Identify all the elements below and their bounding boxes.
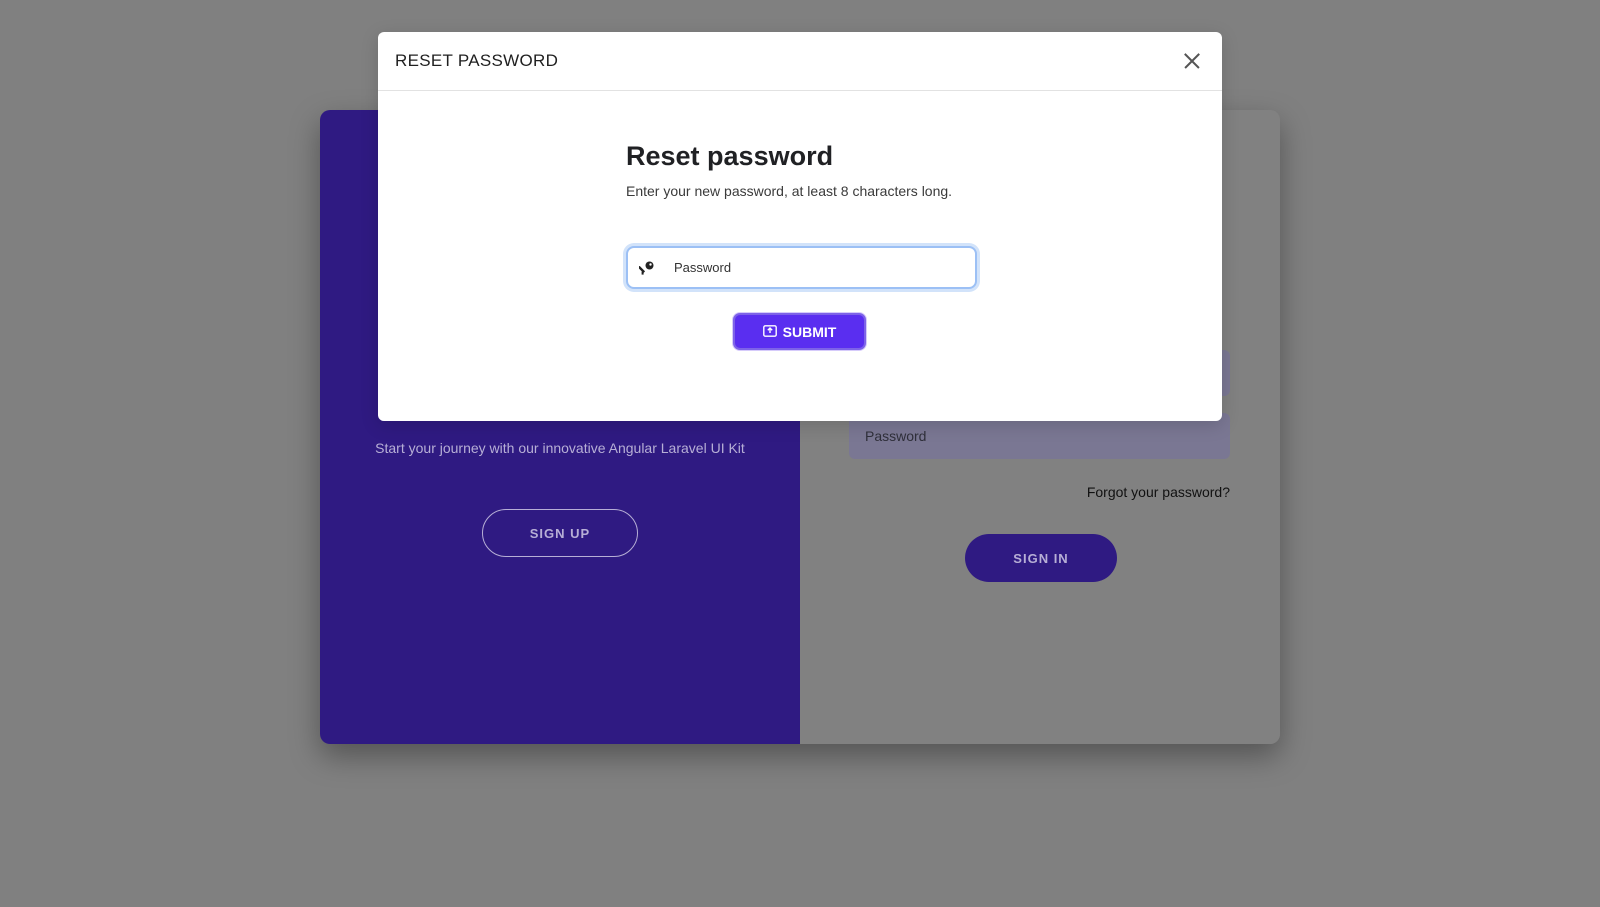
new-password-field[interactable] [626, 246, 977, 289]
modal-body: Reset password Enter your new password, … [378, 91, 1222, 421]
sign-up-button[interactable]: SIGN UP [482, 509, 638, 557]
submit-label: SUBMIT [782, 323, 837, 340]
submit-icon [762, 324, 777, 340]
signup-lead-text: Start your journey with our innovative A… [375, 440, 745, 456]
modal-title: RESET PASSWORD [395, 51, 559, 70]
reset-description: Enter your new password, at least 8 char… [626, 183, 953, 199]
key-icon [628, 248, 666, 287]
new-password-input[interactable] [666, 248, 975, 287]
sign-in-button[interactable]: SIGN IN [965, 534, 1117, 582]
reset-heading: Reset password [626, 141, 834, 171]
page: Start your journey with our innovative A… [0, 0, 1600, 907]
close-icon[interactable] [1178, 47, 1206, 75]
reset-password-modal: RESET PASSWORD Reset password Enter your… [378, 32, 1222, 421]
submit-button[interactable]: SUBMIT [733, 313, 866, 350]
forgot-password-link[interactable]: Forgot your password? [1087, 484, 1230, 500]
modal-header: RESET PASSWORD [378, 32, 1222, 91]
